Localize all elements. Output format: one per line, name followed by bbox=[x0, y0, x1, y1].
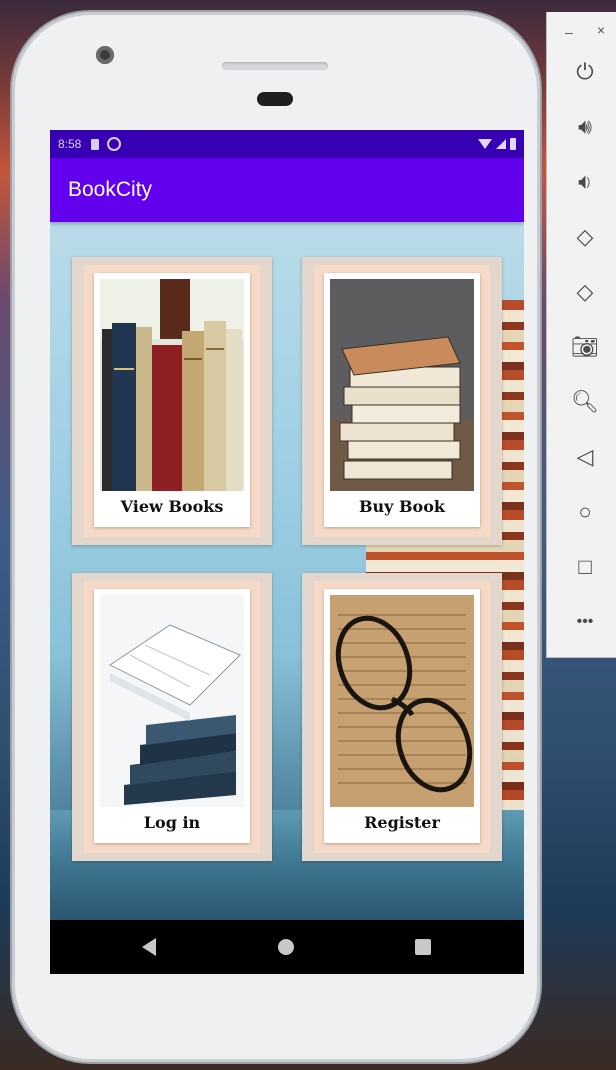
app-title: BookCity bbox=[68, 178, 153, 201]
zoom-icon[interactable]: 🔍︎ bbox=[565, 382, 605, 422]
home-icon[interactable]: ○ bbox=[565, 492, 605, 532]
card-label: View Books bbox=[120, 497, 224, 516]
battery-icon bbox=[510, 138, 516, 150]
status-time: 8:58 bbox=[58, 137, 82, 151]
emulator-toolbar: – × ⏻ 🔊︎ 🔉︎ ◇ ◇ 📷︎ 🔍︎ ◁ ○ □ ••• bbox=[546, 12, 616, 658]
sync-icon bbox=[107, 137, 122, 151]
minimize-button[interactable]: – bbox=[565, 24, 573, 40]
home-content: View Books Buy Book Log in Register bbox=[50, 222, 524, 920]
sd-card-icon bbox=[91, 138, 100, 150]
rotate-right-icon[interactable]: ◇ bbox=[565, 272, 605, 312]
rotate-left-icon[interactable]: ◇ bbox=[565, 217, 605, 257]
system-navigation-bar bbox=[50, 920, 524, 974]
phone-frame: 8:58 BookCity View Books Buy Book Log in… bbox=[12, 12, 540, 1062]
books-on-shelf-image bbox=[100, 279, 244, 491]
back-icon[interactable] bbox=[142, 938, 156, 956]
back-icon[interactable]: ◁ bbox=[565, 437, 605, 477]
register-card[interactable]: Register bbox=[302, 573, 502, 861]
wifi-icon bbox=[478, 139, 492, 149]
more-icon[interactable]: ••• bbox=[565, 602, 605, 642]
card-label: Buy Book bbox=[359, 497, 445, 516]
glasses-on-book-image bbox=[330, 595, 474, 807]
view-books-card[interactable]: View Books bbox=[72, 257, 272, 545]
front-camera bbox=[96, 46, 114, 64]
overview-icon[interactable] bbox=[415, 939, 431, 955]
power-icon[interactable]: ⏻ bbox=[565, 52, 605, 92]
close-button[interactable]: × bbox=[597, 22, 605, 38]
phone-screen: 8:58 BookCity View Books Buy Book Log in… bbox=[50, 130, 524, 974]
volume-down-icon[interactable]: 🔉︎ bbox=[565, 162, 605, 202]
camera-icon[interactable]: 📷︎ bbox=[565, 327, 605, 367]
app-bar: BookCity bbox=[50, 158, 524, 222]
card-label: Register bbox=[364, 813, 440, 832]
status-bar: 8:58 bbox=[50, 130, 524, 158]
home-icon[interactable] bbox=[278, 939, 294, 955]
volume-up-icon[interactable]: 🔊︎ bbox=[565, 107, 605, 147]
overview-icon[interactable]: □ bbox=[565, 547, 605, 587]
stacked-books-image bbox=[330, 279, 474, 491]
proximity-sensor bbox=[257, 92, 293, 106]
earpiece-speaker bbox=[222, 62, 328, 70]
card-label: Log in bbox=[143, 813, 201, 832]
log-in-card[interactable]: Log in bbox=[72, 573, 272, 861]
signal-icon bbox=[496, 139, 506, 149]
open-book-stack-image bbox=[100, 595, 244, 807]
buy-book-card[interactable]: Buy Book bbox=[302, 257, 502, 545]
